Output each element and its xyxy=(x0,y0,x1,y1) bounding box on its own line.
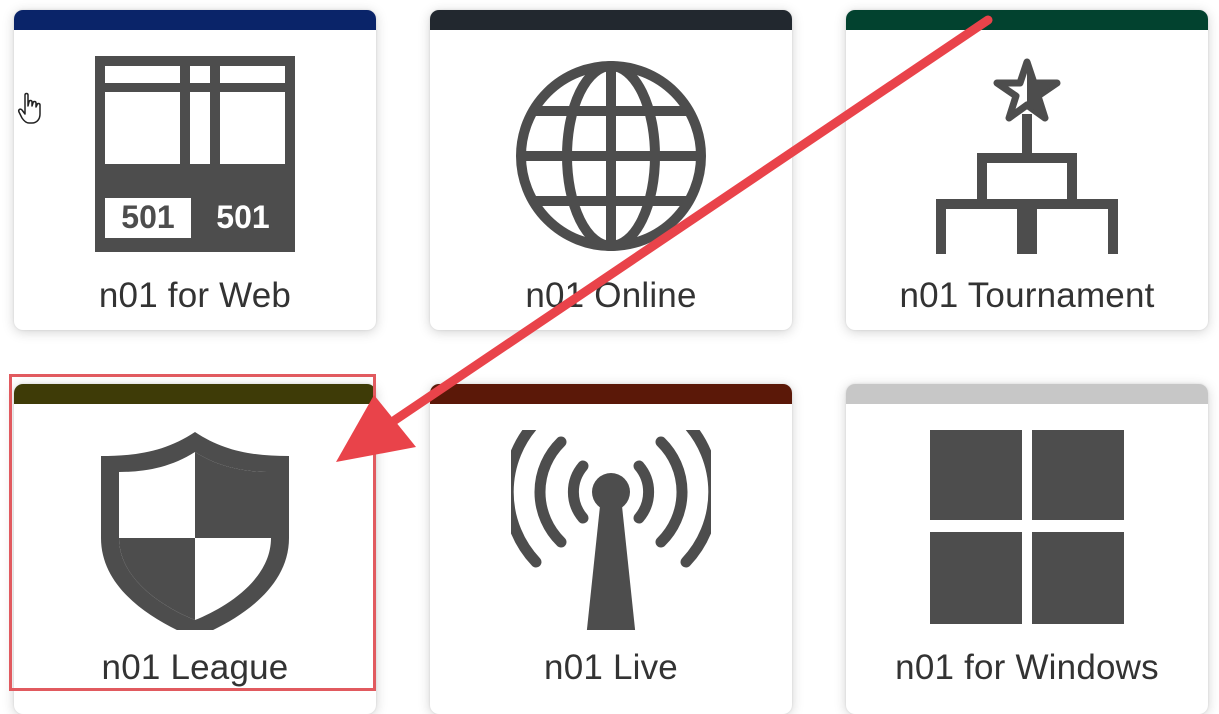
app-tile-label: n01 League xyxy=(101,648,289,687)
app-tile-n01-league[interactable]: n01 League xyxy=(14,384,376,714)
accent-bar xyxy=(846,10,1208,30)
app-tile-n01-for-web[interactable]: 501 501 n01 for Web xyxy=(14,10,376,330)
hand-cursor-icon xyxy=(18,92,41,124)
app-tile-n01-live[interactable]: n01 Live xyxy=(430,384,792,714)
app-tile-n01-online[interactable]: n01 Online xyxy=(430,10,792,330)
shield-icon xyxy=(101,432,289,630)
app-tile-label: n01 Online xyxy=(525,276,697,315)
accent-bar xyxy=(430,10,792,30)
accent-bar xyxy=(14,384,376,404)
tournament-bracket-icon xyxy=(936,58,1118,254)
accent-bar xyxy=(846,384,1208,404)
app-tile-n01-for-windows[interactable]: n01 for Windows xyxy=(846,384,1208,714)
accent-bar xyxy=(430,384,792,404)
scoreboard-501-icon: 501 501 xyxy=(95,56,295,252)
score-right: 501 xyxy=(216,199,269,235)
accent-bar xyxy=(14,10,376,30)
globe-icon xyxy=(516,61,706,251)
app-tile-n01-tournament[interactable]: n01 Tournament xyxy=(846,10,1208,330)
score-left: 501 xyxy=(121,199,174,235)
app-tile-label: n01 for Web xyxy=(98,276,292,315)
app-tile-label: n01 Live xyxy=(544,648,678,687)
windows-logo-icon xyxy=(930,430,1124,624)
app-tile-label: n01 Tournament xyxy=(899,276,1155,315)
antenna-broadcast-icon xyxy=(511,430,711,630)
app-tile-label: n01 for Windows xyxy=(895,648,1159,687)
